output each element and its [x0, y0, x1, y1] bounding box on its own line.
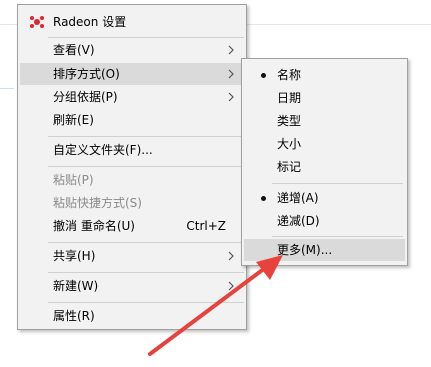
- menu-item-label: 名称: [277, 68, 302, 82]
- menu-item-share[interactable]: 共享(H): [20, 245, 244, 267]
- menu-item-sort-by[interactable]: 排序方式(O): [20, 63, 244, 85]
- submenu-item-name[interactable]: 名称: [244, 64, 405, 86]
- submenu-item-descending[interactable]: 递减(D): [244, 210, 405, 232]
- menu-item-radeon-settings[interactable]: Radeon 设置: [20, 9, 244, 35]
- menu-item-group-by[interactable]: 分组依据(P): [20, 86, 244, 108]
- menu-item-label: 更多(M)...: [277, 243, 333, 257]
- menu-item-refresh[interactable]: 刷新(E): [20, 109, 244, 131]
- menu-separator: [48, 37, 244, 38]
- menu-item-label: Radeon 设置: [53, 15, 127, 29]
- menu-item-label: 共享(H): [53, 249, 96, 263]
- menu-item-label: 递增(A): [277, 191, 319, 205]
- submenu-item-size[interactable]: 大小: [244, 133, 405, 155]
- radio-bullet-icon: [261, 196, 266, 201]
- menu-item-shortcut: Ctrl+Z: [186, 219, 226, 233]
- chevron-right-icon: [228, 92, 234, 102]
- menu-item-properties[interactable]: 属性(R): [20, 305, 244, 327]
- menu-separator: [48, 242, 244, 243]
- submenu-item-more[interactable]: 更多(M)...: [244, 239, 405, 261]
- menu-item-new[interactable]: 新建(W): [20, 275, 244, 297]
- menu-item-label: 排序方式(O): [53, 67, 120, 81]
- menu-item-label: 撤消 重命名(U): [53, 219, 135, 233]
- menu-item-label: 递减(D): [277, 214, 320, 228]
- menu-item-label: 大小: [277, 137, 302, 151]
- sort-by-submenu: 名称 日期 类型 大小 标记 递增(A) 递减(D) 更多(M)...: [241, 58, 408, 266]
- menu-item-label: 日期: [277, 91, 302, 105]
- menu-separator: [272, 236, 403, 237]
- submenu-item-ascending[interactable]: 递增(A): [244, 187, 405, 209]
- menu-item-view[interactable]: 查看(V): [20, 39, 244, 61]
- chevron-right-icon: [228, 69, 234, 79]
- submenu-item-tags[interactable]: 标记: [244, 156, 405, 178]
- menu-item-label: 分组依据(P): [53, 90, 118, 104]
- menu-item-paste[interactable]: 粘贴(P): [20, 169, 244, 191]
- submenu-item-type[interactable]: 类型: [244, 110, 405, 132]
- menu-separator: [48, 272, 244, 273]
- menu-item-label: 查看(V): [53, 43, 95, 57]
- desktop-context-menu: Radeon 设置 查看(V) 排序方式(O) 分组依据(P) 刷新(E) 自定…: [17, 4, 247, 330]
- menu-item-label: 新建(W): [53, 279, 99, 293]
- menu-separator: [272, 183, 403, 184]
- menu-item-customize-folder[interactable]: 自定义文件夹(F)...: [20, 139, 244, 161]
- menu-item-label: 粘贴(P): [53, 173, 94, 187]
- background-accent: [0, 88, 14, 89]
- menu-separator: [48, 166, 244, 167]
- menu-item-label: 刷新(E): [53, 113, 94, 127]
- radeon-icon: [30, 16, 44, 28]
- chevron-right-icon: [228, 251, 234, 261]
- menu-item-label: 类型: [277, 114, 302, 128]
- menu-item-undo-rename[interactable]: 撤消 重命名(U) Ctrl+Z: [20, 215, 244, 237]
- menu-item-paste-shortcut[interactable]: 粘贴快捷方式(S): [20, 192, 244, 214]
- radio-bullet-icon: [261, 73, 266, 78]
- menu-separator: [48, 302, 244, 303]
- chevron-right-icon: [228, 281, 234, 291]
- menu-item-label: 自定义文件夹(F)...: [53, 143, 153, 157]
- menu-item-label: 属性(R): [53, 309, 95, 323]
- submenu-item-date[interactable]: 日期: [244, 87, 405, 109]
- menu-item-label: 粘贴快捷方式(S): [53, 196, 142, 210]
- chevron-right-icon: [228, 45, 234, 55]
- menu-separator: [48, 136, 244, 137]
- menu-item-label: 标记: [277, 160, 302, 174]
